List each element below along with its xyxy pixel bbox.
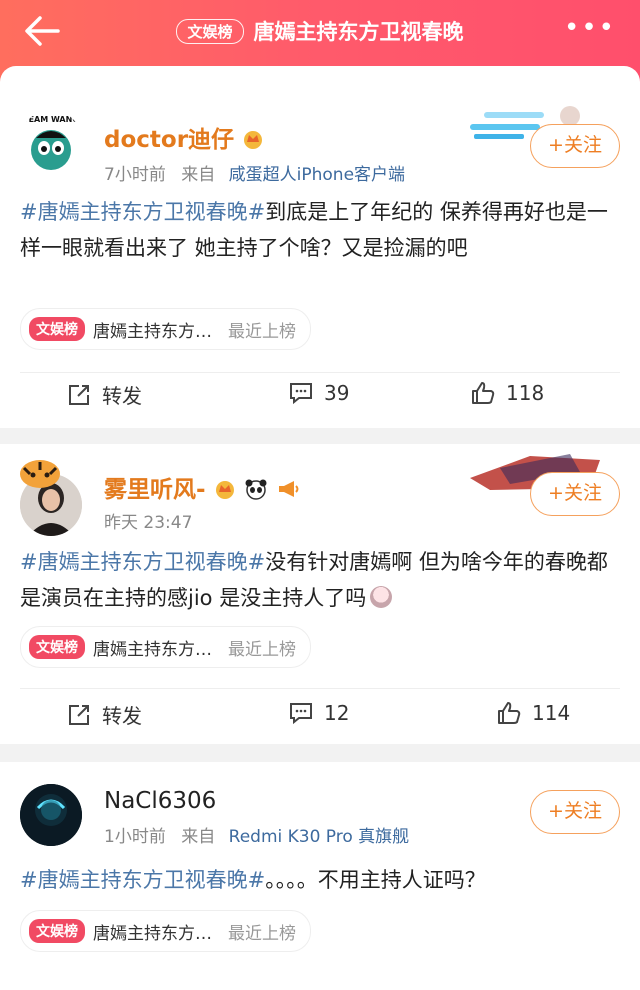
- action-bar: 转发 12 114: [0, 700, 640, 740]
- more-menu-icon[interactable]: •••: [564, 15, 616, 41]
- comment-button[interactable]: 12: [288, 700, 349, 726]
- follow-button[interactable]: +关注: [530, 124, 620, 168]
- post-time: 昨天 23:47: [104, 513, 193, 533]
- hot-topic-title: 唐嫣主持东方…: [93, 639, 212, 660]
- hot-list-badge: 文娱榜: [29, 317, 85, 341]
- comment-button[interactable]: 39: [288, 380, 349, 406]
- comment-icon: [290, 703, 312, 725]
- topic-hashtag[interactable]: #唐嫣主持东方卫视春晚#: [20, 868, 265, 892]
- from-label: 来自: [181, 165, 216, 185]
- username[interactable]: NaCl6306: [104, 788, 216, 814]
- action-bar: 转发 39 118: [0, 380, 640, 420]
- username-text: 雾里听风-: [104, 477, 206, 503]
- hot-rank-status: 最近上榜: [228, 923, 296, 944]
- hot-rank-status: 最近上榜: [228, 321, 296, 342]
- topic-hashtag[interactable]: #唐嫣主持东方卫视春晚#: [20, 550, 265, 574]
- hot-topic-pill[interactable]: 文娱榜 唐嫣主持东方… 最近上榜: [20, 626, 311, 668]
- post-text: #唐嫣主持东方卫视春晚#没有针对唐嫣啊 但为啥今年的春晚都是演员在主持的感jio…: [20, 544, 620, 616]
- comment-count: 39: [324, 381, 350, 405]
- username-text: doctor迪仔: [104, 127, 235, 153]
- post-body: 。。。。不用主持人证吗？: [265, 868, 486, 892]
- like-button[interactable]: 118: [470, 380, 544, 406]
- tiger-decoration-icon: [20, 460, 60, 488]
- hot-rank-status: 最近上榜: [228, 639, 296, 660]
- like-count: 114: [532, 701, 571, 725]
- hot-topic-pill[interactable]: 文娱榜 唐嫣主持东方… 最近上榜: [20, 308, 311, 350]
- hot-topic-pill[interactable]: 文娱榜 唐嫣主持东方… 最近上榜: [20, 910, 311, 952]
- post-meta: 7小时前 来自 咸蛋超人iPhone客户端: [104, 160, 405, 185]
- megaphone-icon: [276, 478, 300, 500]
- svg-text:TEAM WANG: TEAM WANG: [23, 115, 79, 124]
- avatar[interactable]: [20, 784, 82, 846]
- content-sheet-top: [0, 66, 640, 84]
- post-source[interactable]: Redmi K30 Pro 真旗舰: [229, 827, 410, 847]
- username[interactable]: doctor迪仔: [104, 120, 264, 154]
- post-meta: 昨天 23:47: [104, 508, 192, 533]
- thumbs-up-icon: [498, 702, 521, 724]
- planet-avatar-icon: [20, 784, 82, 846]
- repost-icon: [69, 704, 89, 725]
- follow-button[interactable]: +关注: [530, 790, 620, 834]
- thumbs-up-icon: [472, 382, 495, 404]
- repost-button[interactable]: 转发: [66, 380, 142, 409]
- like-count: 118: [506, 381, 545, 405]
- repost-icon: [69, 384, 89, 405]
- repost-label: 转发: [102, 384, 142, 408]
- post-time: 7小时前: [104, 165, 166, 185]
- from-label: 来自: [181, 827, 216, 847]
- topic-hashtag[interactable]: #唐嫣主持东方卫视春晚#: [20, 200, 265, 224]
- vip-crown-icon: [242, 129, 264, 149]
- topic-title: 唐嫣主持东方卫视春晚: [253, 20, 464, 44]
- panda-icon: [244, 478, 268, 500]
- divider: [20, 688, 620, 689]
- vip-crown-icon: [214, 479, 236, 499]
- post-text: #唐嫣主持东方卫视春晚#到底是上了年纪的 保养得再好也是一样一眼就看出来了 她主…: [20, 194, 620, 266]
- page-title: 文娱榜 唐嫣主持东方卫视春晚: [0, 16, 640, 46]
- team-wang-avatar-icon: TEAM WANG: [20, 110, 82, 172]
- repost-button[interactable]: 转发: [66, 700, 142, 729]
- hot-list-badge: 文娱榜: [176, 19, 244, 44]
- post-card: 雾里听风- 昨天 23:47 +关注 #唐嫣主持东方卫视春晚#没有针对唐嫣啊 但…: [0, 444, 640, 744]
- follow-button[interactable]: +关注: [530, 472, 620, 516]
- hot-list-badge: 文娱榜: [29, 919, 85, 943]
- post-text: #唐嫣主持东方卫视春晚#。。。。不用主持人证吗？: [20, 862, 620, 898]
- hot-topic-title: 唐嫣主持东方…: [93, 321, 212, 342]
- post-meta: 1小时前 来自 Redmi K30 Pro 真旗舰: [104, 822, 409, 847]
- repost-label: 转发: [102, 704, 142, 728]
- comment-icon: [290, 383, 312, 405]
- divider: [20, 372, 620, 373]
- like-button[interactable]: 114: [496, 700, 570, 726]
- post-card: NaCl6306 1小时前 来自 Redmi K30 Pro 真旗舰 +关注 #…: [0, 762, 640, 990]
- post-time: 1小时前: [104, 827, 166, 847]
- hot-topic-title: 唐嫣主持东方…: [93, 923, 212, 944]
- shocked-emoji-icon: [370, 586, 393, 608]
- post-card: TEAM WANG doctor迪仔 7小时前 来自 咸蛋超人iPhone客户端…: [0, 84, 640, 428]
- avatar[interactable]: TEAM WANG: [20, 110, 82, 172]
- post-source[interactable]: 咸蛋超人iPhone客户端: [229, 165, 405, 185]
- comment-count: 12: [324, 701, 350, 725]
- hot-list-badge: 文娱榜: [29, 635, 85, 659]
- username[interactable]: 雾里听风-: [104, 470, 300, 504]
